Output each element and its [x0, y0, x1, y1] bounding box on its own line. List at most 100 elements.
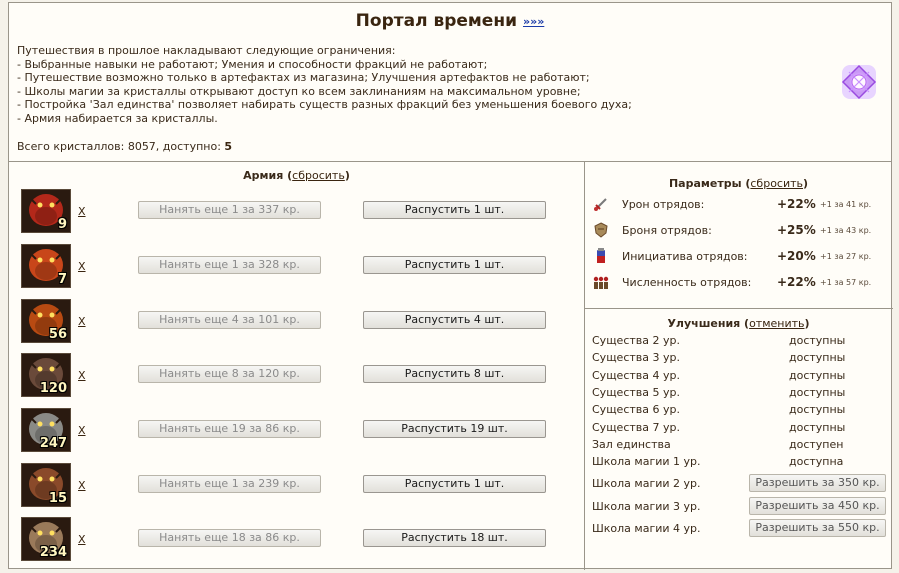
unit-portrait: 234: [21, 517, 71, 561]
army-title-text: Армия: [243, 169, 284, 182]
upgrade-status: доступны: [789, 403, 846, 417]
upgrade-row: Существа 4 ур. доступны: [592, 369, 892, 385]
param-name: Численность отрядов:: [622, 276, 752, 289]
upgrade-name: Школа магии 3 ур.: [592, 500, 701, 513]
upgrade-name: Школа магии 4 ур.: [592, 522, 701, 535]
intro-line: - Выбранные навыки не работают; Умения и…: [17, 57, 488, 71]
param-value: +20%: [777, 249, 816, 263]
param-value: +22%: [777, 197, 816, 211]
dismiss-button[interactable]: Распустить 1 шт.: [363, 201, 546, 219]
hire-button[interactable]: Нанять еще 1 за 328 кр.: [138, 256, 321, 274]
page-title-text: Портал времени: [355, 11, 517, 31]
unit-portrait: 15: [21, 463, 71, 507]
unit-portrait: 56: [21, 299, 71, 343]
upgrade-name: Зал единства: [592, 437, 671, 451]
param-row-armor: Броня отрядов: +25% +1 за 43 кр.: [592, 221, 892, 241]
hire-button[interactable]: Нанять еще 8 за 120 кр.: [138, 365, 321, 383]
upgrades-cancel-link[interactable]: отменить: [749, 317, 804, 330]
hire-button[interactable]: Нанять еще 1 за 337 кр.: [138, 201, 321, 219]
upgrade-status: доступны: [789, 420, 846, 434]
intro-line: - Школы магии за кристаллы открывают дос…: [17, 84, 581, 98]
allow-upgrade-button[interactable]: Разрешить за 350 кр.: [749, 474, 886, 492]
intro-line: - Армия набирается за кристаллы.: [17, 111, 218, 125]
divider: [9, 161, 891, 162]
param-cost-link[interactable]: +1 за 41 кр.: [820, 200, 871, 209]
unit-portrait: 120: [21, 353, 71, 397]
dismiss-button[interactable]: Распустить 18 шт.: [363, 529, 546, 547]
army-unit-row: 9 X Нанять еще 1 за 337 кр. Распустить 1 шт…: [21, 189, 571, 235]
dismiss-button[interactable]: Распустить 4 шт.: [363, 311, 546, 329]
dismiss-button[interactable]: Распустить 1 шт.: [363, 256, 546, 274]
params-title-text: Параметры: [668, 177, 742, 190]
dismiss-button[interactable]: Распустить 1 шт.: [363, 475, 546, 493]
unit-count: 15: [48, 491, 67, 506]
potion-icon: [597, 248, 605, 263]
unit-count: 247: [39, 436, 67, 451]
dismiss-button[interactable]: Распустить 19 шт.: [363, 420, 546, 438]
upgrade-status: доступен: [789, 437, 844, 451]
upgrade-name: Существа 2 ур.: [592, 334, 680, 347]
param-name: Броня отрядов:: [622, 224, 712, 237]
upgrade-row: Школа магии 4 ур. Разрешить за 550 кр.: [592, 519, 892, 538]
remove-unit-link[interactable]: X: [78, 369, 86, 382]
hire-button[interactable]: Нанять еще 1 за 239 кр.: [138, 475, 321, 493]
remove-unit-link[interactable]: X: [78, 315, 86, 328]
upgrade-status: доступны: [789, 351, 846, 365]
params-title: Параметры (сбросить): [668, 177, 809, 190]
upgrade-name: Существа 7 ур.: [592, 420, 680, 434]
hire-button[interactable]: Нанять еще 18 за 86 кр.: [138, 529, 321, 547]
allow-upgrade-button[interactable]: Разрешить за 550 кр.: [749, 519, 886, 537]
portal-crystal-icon: [838, 61, 880, 103]
army-reset-link[interactable]: сбросить: [292, 169, 345, 182]
remove-unit-link[interactable]: X: [78, 424, 86, 437]
upgrade-status: доступны: [789, 334, 846, 347]
army-unit-row: 15 X Нанять еще 1 за 239 кр. Распустить 1 ш…: [21, 463, 571, 509]
hire-button[interactable]: Нанять еще 4 за 101 кр.: [138, 311, 321, 329]
upgrade-name: Существа 4 ур.: [592, 368, 680, 382]
more-link[interactable]: »»»: [523, 15, 544, 28]
upgrade-name: Существа 6 ур.: [592, 403, 680, 417]
restrictions-text: Путешествия в прошлое накладывают следую…: [17, 44, 817, 126]
param-value: +22%: [777, 275, 816, 289]
crystal-available: 5: [224, 140, 233, 153]
army-unit-row: 56 X Нанять еще 4 за 101 кр. Распустить 4 ш…: [21, 299, 571, 345]
upgrade-row: Школа магии 2 ур. Разрешить за 350 кр.: [592, 474, 892, 493]
unit-count: 7: [57, 272, 67, 287]
dismiss-button[interactable]: Распустить 8 шт.: [363, 365, 546, 383]
params-reset-link[interactable]: сбросить: [750, 177, 803, 190]
unit-portrait: 9: [21, 189, 71, 233]
upgrade-name: Школа магии 1 ур.: [592, 455, 701, 469]
unit-count: 234: [39, 545, 67, 560]
param-cost-link[interactable]: +1 за 57 кр.: [820, 278, 871, 287]
param-cost-link[interactable]: +1 за 27 кр.: [820, 252, 871, 261]
remove-unit-link[interactable]: X: [78, 479, 86, 492]
troops-icon: [593, 276, 609, 289]
param-row-count: Численность отрядов: +22% +1 за 57 кр.: [592, 273, 892, 293]
param-row-damage: Урон отрядов: +22% +1 за 41 кр.: [592, 195, 892, 215]
remove-unit-link[interactable]: X: [78, 260, 86, 273]
hire-button[interactable]: Нанять еще 19 за 86 кр.: [138, 420, 321, 438]
allow-upgrade-button[interactable]: Разрешить за 450 кр.: [749, 497, 886, 515]
param-cost-link[interactable]: +1 за 43 кр.: [820, 226, 871, 235]
unit-portrait: 247: [21, 408, 71, 452]
remove-unit-link[interactable]: X: [78, 205, 86, 218]
army-title: Армия (сбросить): [243, 169, 350, 182]
sword-icon: [594, 198, 607, 211]
crystal-total: Всего кристаллов: 8057, доступно: 5: [17, 140, 232, 153]
upgrade-row: Школа магии 1 ур. доступна: [592, 455, 892, 471]
remove-unit-link[interactable]: X: [78, 533, 86, 546]
intro-line: - Путешествие возможно только в артефакт…: [17, 71, 590, 85]
param-name: Инициатива отрядов:: [622, 250, 748, 263]
upgrade-row: Существа 5 ур. доступны: [592, 386, 892, 402]
upgrade-status: доступна: [789, 455, 844, 469]
page-title: Портал времени »»»: [9, 11, 891, 31]
upgrade-row: Существа 7 ур. доступны: [592, 421, 892, 437]
army-unit-row: 120 X Нанять еще 8 за 120 кр. Распустить 8 …: [21, 353, 571, 399]
intro-line: - Постройка 'Зал единства' позволяет наб…: [17, 98, 632, 112]
portal-panel: Портал времени »»» Путешествия в прошлое …: [8, 2, 893, 570]
param-row-initiative: Инициатива отрядов: +20% +1 за 27 кр.: [592, 247, 892, 267]
unit-portrait: 7: [21, 244, 71, 288]
param-value: +25%: [777, 223, 816, 237]
unit-count: 120: [39, 381, 67, 396]
upgrade-row: Школа магии 3 ур. Разрешить за 450 кр.: [592, 497, 892, 516]
